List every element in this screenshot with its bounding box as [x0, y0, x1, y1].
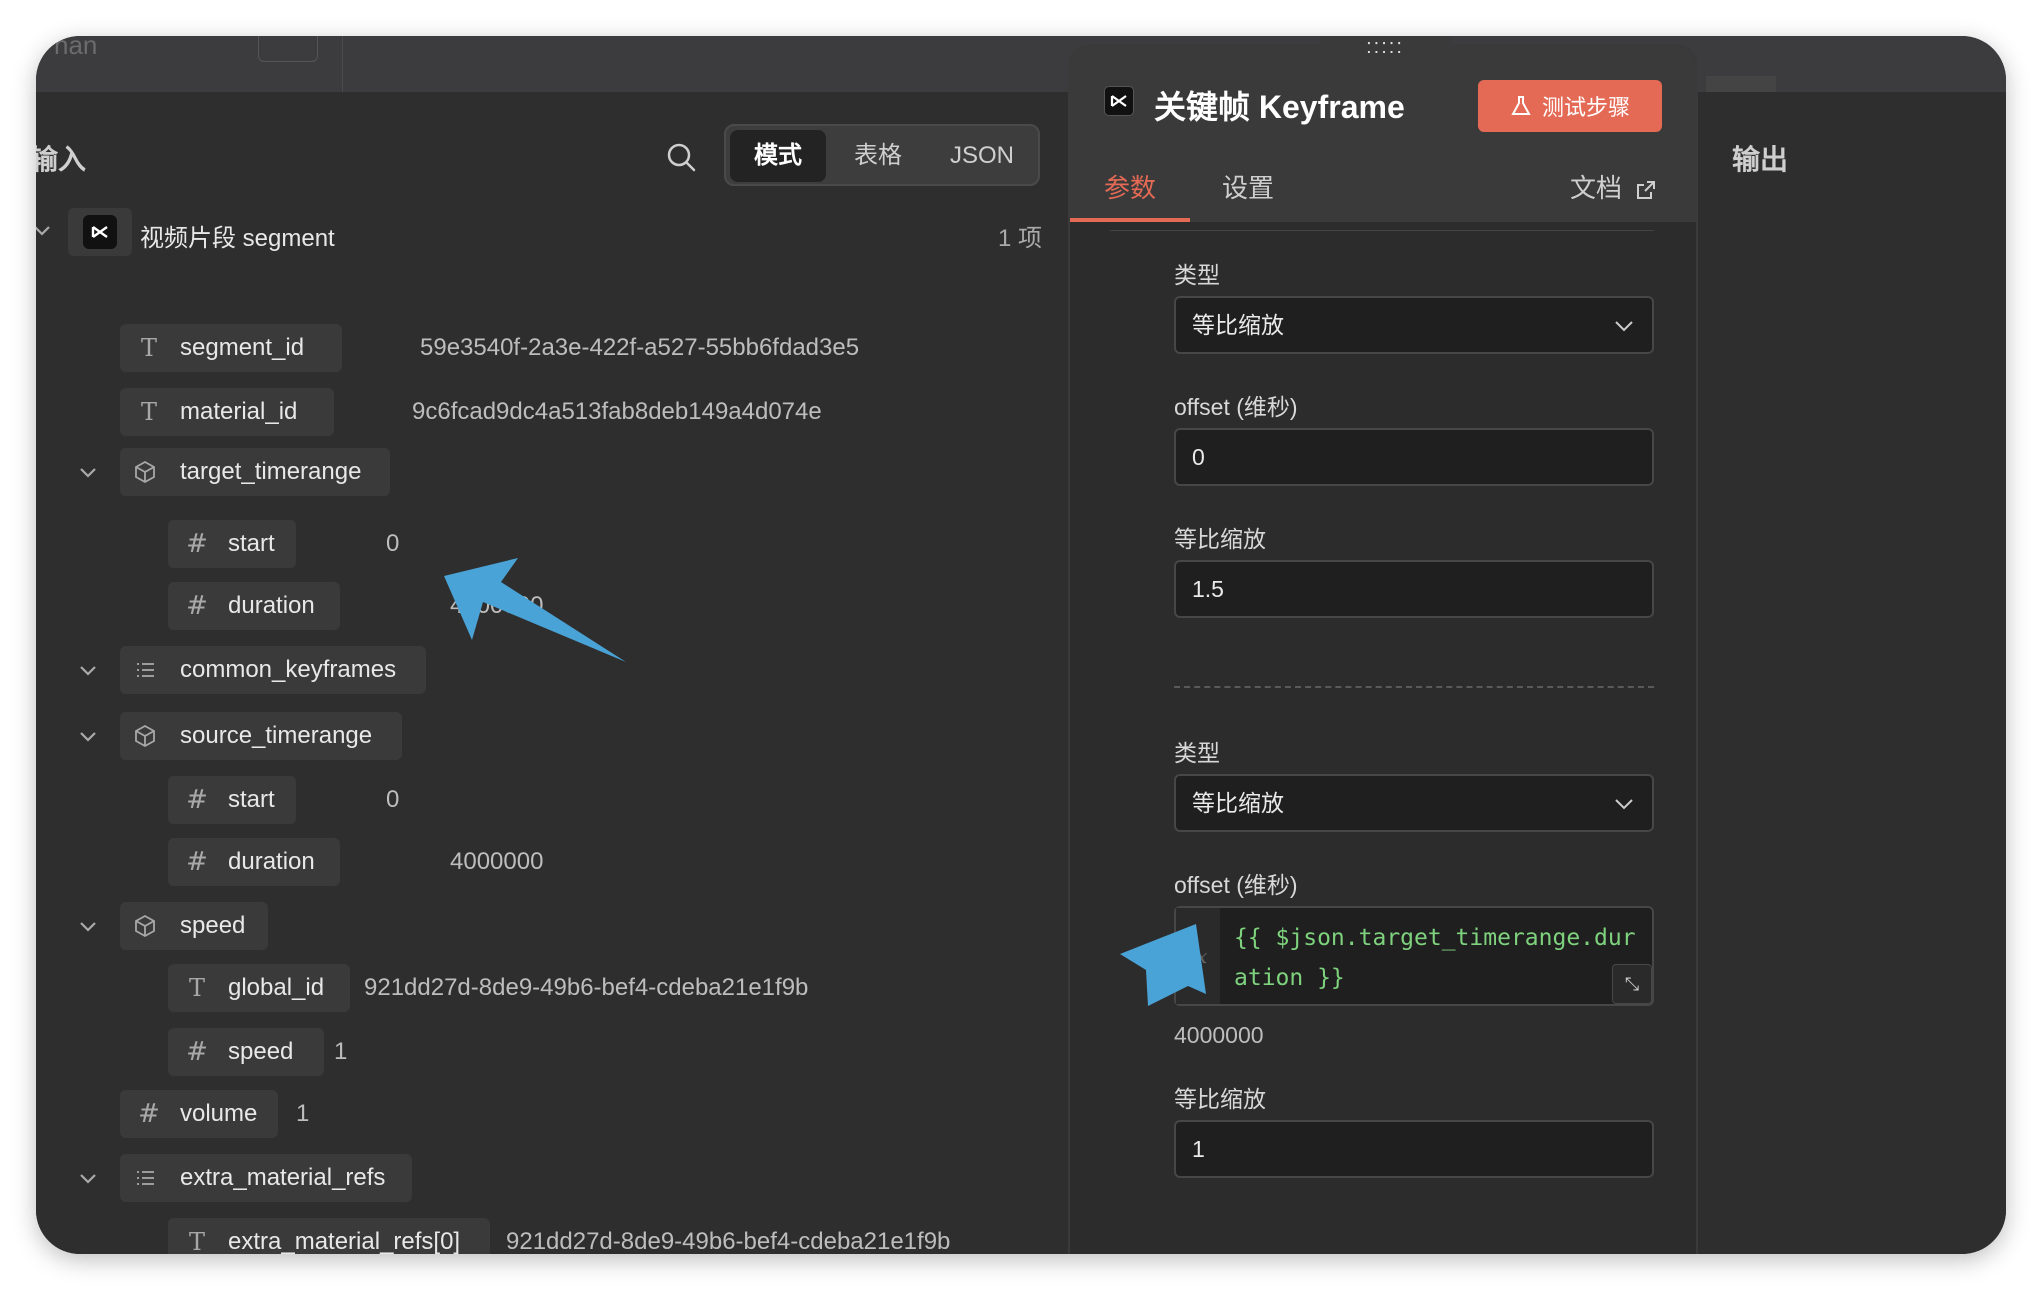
annotation-arrow [444, 558, 626, 662]
annotation-arrows [444, 558, 1206, 1006]
annotation-arrow [1120, 924, 1206, 1006]
app-window: nan 输入 模式 表格 JSON 视频片段 segment 1 项 T seg… [36, 36, 2006, 1254]
